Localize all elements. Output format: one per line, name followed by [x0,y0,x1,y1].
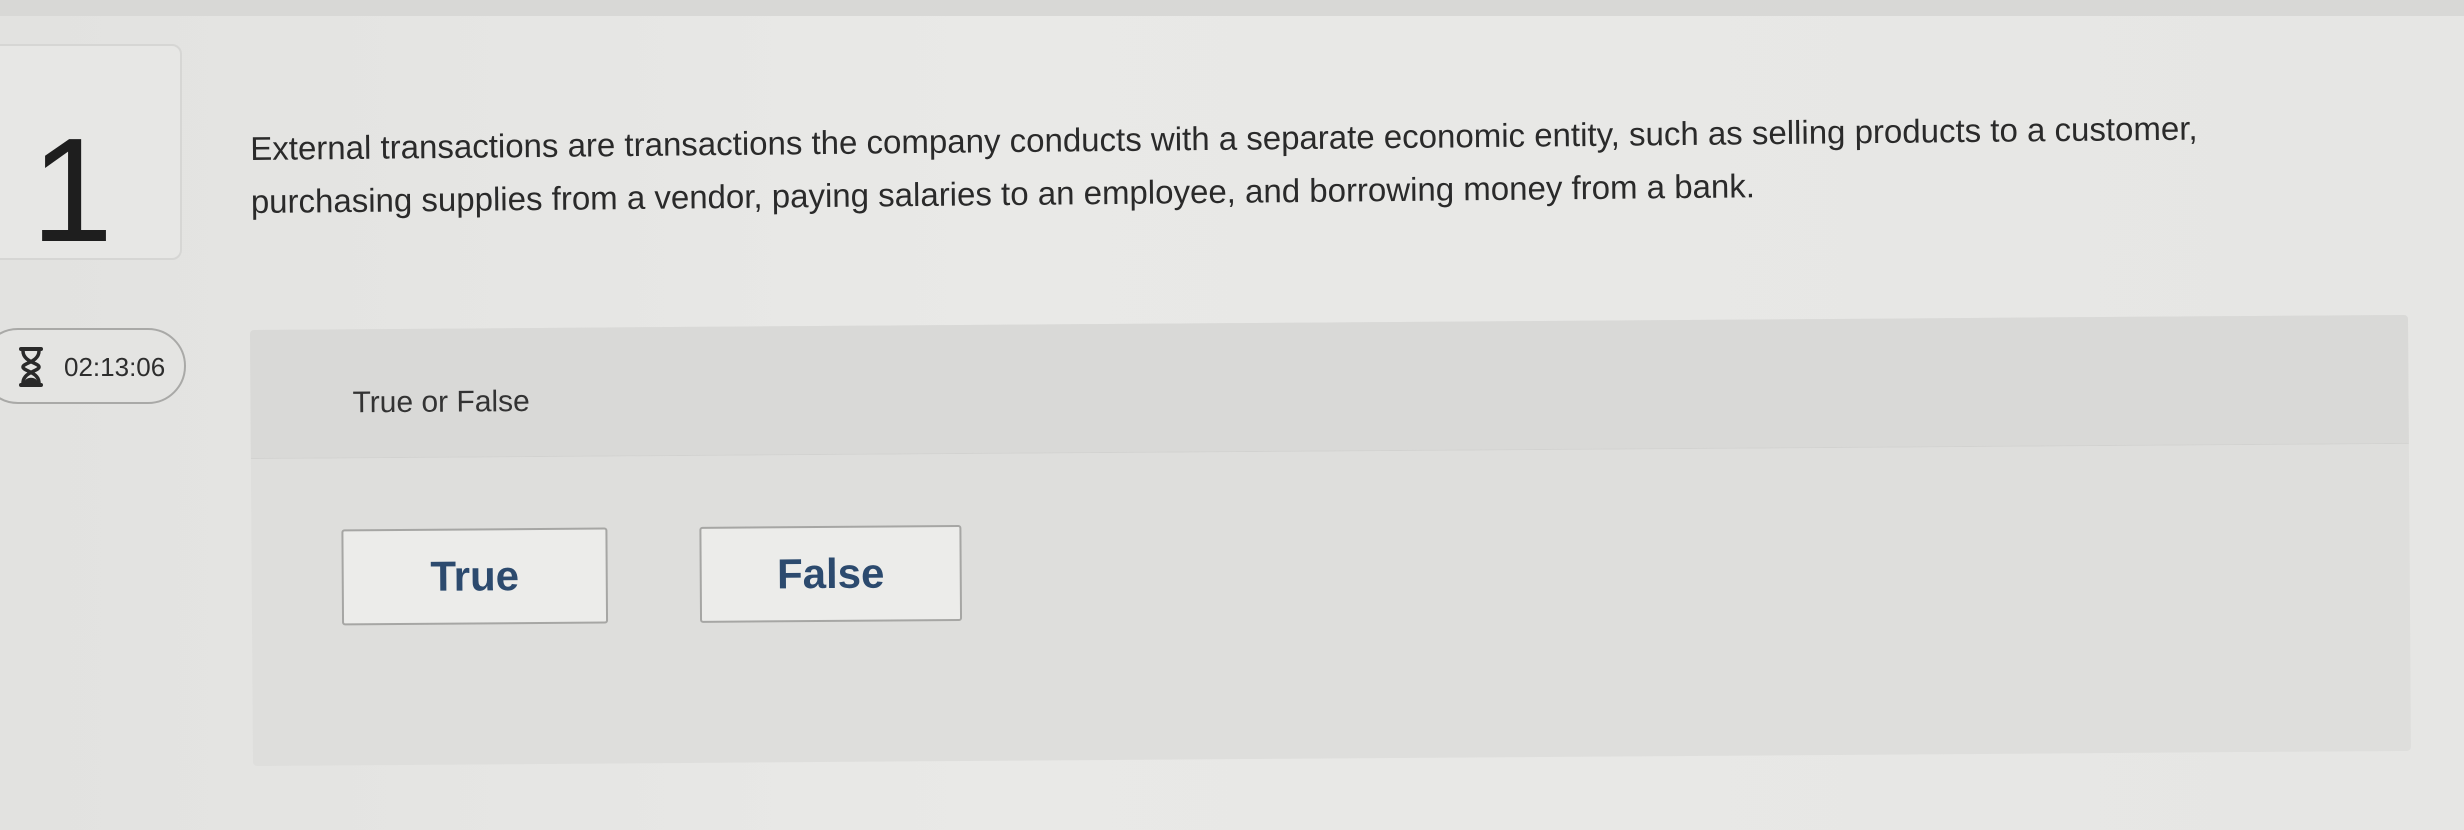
true-button[interactable]: True [341,527,609,626]
question-text: External transactions are transactions t… [250,109,2198,220]
timer: 02:13:06 [0,328,186,404]
false-button[interactable]: False [699,525,963,623]
answer-type-label: True or False [352,385,530,420]
hourglass-icon [19,347,43,387]
timer-value: 02:13:06 [64,352,166,382]
answer-panel: True or False True False [250,314,2411,766]
question-number-box: 1 [0,44,182,266]
question-number: 1 [30,108,114,273]
answer-header: True or False [250,314,2409,459]
top-edge [0,0,2464,16]
